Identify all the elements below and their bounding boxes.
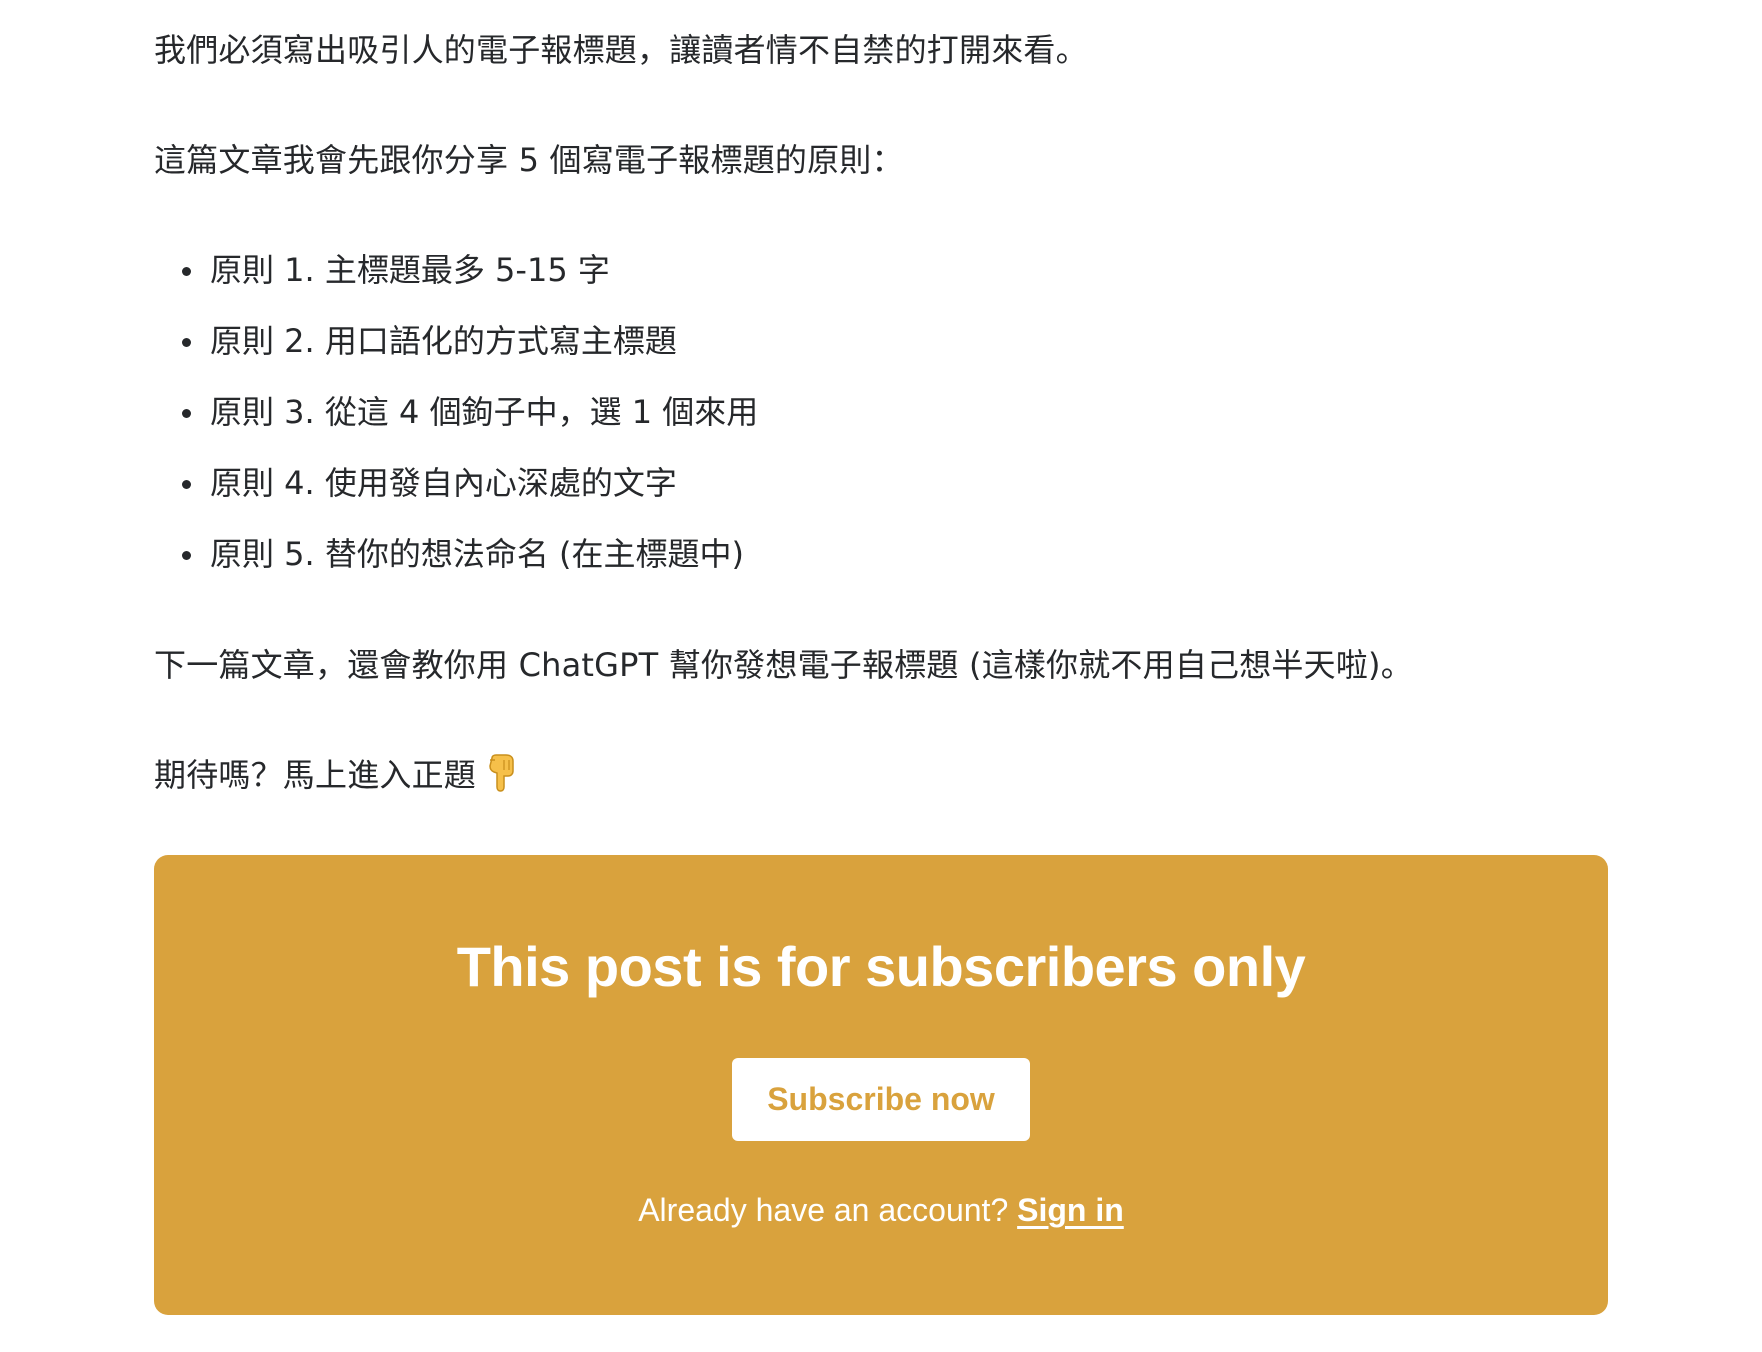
list-item-text: 原則 4. 使用發自內心深處的文字 [210, 464, 677, 502]
next-article-paragraph: 下一篇文章，還會教你用 ChatGPT 幫你發想電子報標題 (這樣你就不用自己想… [154, 646, 1413, 684]
bullet-dot [182, 551, 191, 560]
bullet-dot [182, 338, 191, 347]
pointing-down-hand-icon [486, 754, 516, 792]
signin-line: Already have an account? Sign in [0, 1188, 1762, 1232]
list-item: 原則 4. 使用發自內心深處的文字 [154, 461, 758, 532]
list-item-text: 原則 1. 主標題最多 5-15 字 [210, 251, 610, 289]
pointing-down-hand-svg [489, 754, 514, 792]
bullet-dot [182, 267, 191, 276]
list-item-text: 原則 3. 從這 4 個鉤子中，選 1 個來用 [210, 393, 759, 431]
teaser-paragraph: 期待嗎？馬上進入正題 [154, 753, 516, 797]
subscribe-button[interactable]: Subscribe now [732, 1058, 1030, 1141]
bullet-dot [182, 409, 191, 418]
lead-paragraph: 這篇文章我會先跟你分享 5 個寫電子報標題的原則： [154, 141, 904, 179]
teaser-text: 期待嗎？馬上進入正題 [154, 756, 477, 794]
paywall-title: This post is for subscribers only [456, 935, 1306, 998]
list-item: 原則 2. 用口語化的方式寫主標題 [154, 319, 758, 390]
list-item-text: 原則 2. 用口語化的方式寫主標題 [210, 322, 677, 360]
intro-paragraph: 我們必須寫出吸引人的電子報標題，讓讀者情不自禁的打開來看。 [154, 31, 1088, 69]
list-item: 原則 3. 從這 4 個鉤子中，選 1 個來用 [154, 390, 758, 461]
bullet-dot [182, 480, 191, 489]
list-item-text: 原則 5. 替你的想法命名 (在主標題中) [210, 535, 745, 573]
list-item: 原則 5. 替你的想法命名 (在主標題中) [154, 532, 758, 603]
account-prompt: Already have an account? [638, 1192, 1009, 1228]
list-item: 原則 1. 主標題最多 5-15 字 [154, 248, 758, 319]
sign-in-link[interactable]: Sign in [1017, 1192, 1124, 1228]
principles-list: 原則 1. 主標題最多 5-15 字 原則 2. 用口語化的方式寫主標題 原則 … [154, 248, 758, 603]
